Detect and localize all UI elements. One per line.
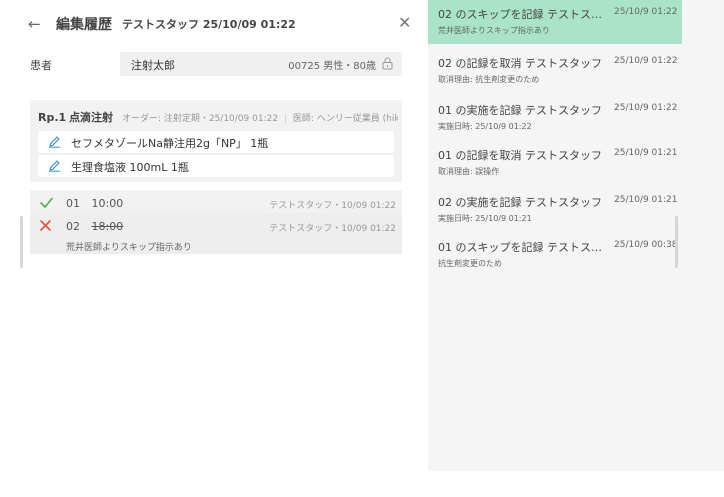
dose-label: 01 10:00: [66, 197, 123, 210]
dose-skip-reason: 荒井医師よりスキップ指示あり: [66, 243, 192, 253]
history-date: 25/10/9 01:22: [614, 56, 678, 66]
dose-label: 02 18:00: [66, 220, 123, 233]
history-title: 02 のスキップを記録 テストスタッフ: [438, 8, 604, 21]
patient-meta: 00725 男性・80歳: [288, 61, 376, 72]
history-date: 25/10/9 01:22: [614, 103, 678, 113]
dose-recorded-by: テストスタッフ・10/09 01:22: [269, 224, 396, 234]
close-icon[interactable]: ✕: [398, 13, 411, 32]
page-title: 編集履歴: [56, 17, 112, 33]
drug-name: セフメタゾールNa静注用2g「NP」 1瓶: [71, 137, 269, 150]
history-title: 01 のスキップを記録 テストスタッフ: [438, 241, 604, 254]
history-title: 02 の記録を取消 テストスタッフ: [438, 57, 602, 70]
history-detail: 実施日時: 25/10/9 01:22: [438, 122, 532, 131]
dose-number: 01: [66, 197, 80, 210]
history-detail: 実施日時: 25/10/9 01:21: [438, 214, 532, 223]
dose-card: 01 10:00 テストスタッフ・10/09 01:22 02 18:00 テス…: [30, 190, 402, 254]
drug-item: 生理食塩液 100mL 1瓶: [38, 155, 394, 177]
history-detail: 抗生剤変更のため: [438, 259, 502, 268]
history-detail-pane: ← 編集履歴 テストスタッフ 25/10/09 01:22 ✕ 患者 注射太郎 …: [0, 0, 418, 497]
scrollbar[interactable]: [20, 216, 23, 268]
history-item[interactable]: 02 のスキップを記録 テストスタッフ 25/10/9 01:22 荒井医師より…: [428, 0, 682, 44]
drug-name: 生理食塩液 100mL 1瓶: [71, 161, 189, 174]
check-icon: [40, 197, 53, 208]
sidebar-footer-area: [428, 471, 724, 497]
history-detail: 取消理由: 抗生剤変更のため: [438, 75, 540, 84]
history-item[interactable]: 02 の記録を取消 テストスタッフ 25/10/9 01:22 取消理由: 抗生…: [428, 49, 682, 93]
history-date: 25/10/9 01:21: [614, 148, 678, 158]
rx-order: オーダー: 注射定期・25/10/09 01:22: [121, 114, 279, 124]
prescription-card: Rp.1 点滴注射 オーダー: 注射定期・25/10/09 01:22 | 医師…: [30, 100, 402, 182]
history-title: 01 の記録を取消 テストスタッフ: [438, 149, 602, 162]
x-icon: [40, 220, 51, 231]
patient-info-box: 注射太郎 00725 男性・80歳: [120, 52, 402, 76]
history-detail: 荒井医師よりスキップ指示あり: [438, 26, 550, 35]
dose-row: 02 18:00 テストスタッフ・10/09 01:22: [30, 215, 402, 237]
history-item[interactable]: 01 の記録を取消 テストスタッフ 25/10/9 01:21 取消理由: 誤操…: [428, 141, 682, 185]
history-title: 01 の実施を記録 テストスタッフ: [438, 104, 602, 117]
rx-name: 点滴注射: [69, 111, 114, 124]
history-date: 25/10/9 00:38: [614, 240, 678, 250]
history-item[interactable]: 01 の実施を記録 テストスタッフ 25/10/9 01:22 実施日時: 25…: [428, 96, 682, 140]
prescription-header: Rp.1 点滴注射 オーダー: 注射定期・25/10/09 01:22 | 医師…: [38, 109, 398, 125]
dose-row: 01 10:00 テストスタッフ・10/09 01:22: [30, 192, 402, 214]
rx-doctor: 医師: ヘンリー従業員 (hikari.c: [292, 114, 398, 124]
drug-item: セフメタゾールNa静注用2g「NP」 1瓶: [38, 131, 394, 153]
dose-recorded-by: テストスタッフ・10/09 01:22: [269, 201, 396, 211]
patient-label: 患者: [30, 59, 52, 72]
rx-number: Rp.1: [38, 111, 67, 124]
patient-name: 注射太郎: [131, 59, 175, 72]
history-date: 25/10/9 01:21: [614, 195, 678, 205]
history-date: 25/10/9 01:22: [614, 7, 678, 17]
patient-row: 患者 注射太郎 00725 男性・80歳: [0, 52, 418, 76]
dose-number: 02: [66, 220, 80, 233]
scrollbar[interactable]: [675, 216, 678, 268]
page-subtitle: テストスタッフ 25/10/09 01:22: [122, 18, 296, 31]
history-detail: 取消理由: 誤操作: [438, 167, 500, 176]
history-item[interactable]: 02 の実施を記録 テストスタッフ 25/10/9 01:21 実施日時: 25…: [428, 188, 682, 232]
lock-icon: [382, 57, 393, 70]
dose-time: 18:00: [91, 220, 124, 233]
history-title: 02 の実施を記録 テストスタッフ: [438, 196, 602, 209]
history-item[interactable]: 01 のスキップを記録 テストスタッフ 25/10/9 00:38 抗生剤変更の…: [428, 233, 682, 277]
pencil-icon: [49, 160, 60, 172]
arrow-left-icon[interactable]: ←: [28, 15, 50, 33]
header: ← 編集履歴 テストスタッフ 25/10/09 01:22: [28, 13, 296, 35]
pencil-icon: [49, 136, 60, 148]
history-sidebar: 02 のスキップを記録 テストスタッフ 25/10/9 01:22 荒井医師より…: [428, 0, 724, 497]
dose-time: 10:00: [91, 197, 124, 210]
rx-separator: |: [283, 114, 287, 124]
